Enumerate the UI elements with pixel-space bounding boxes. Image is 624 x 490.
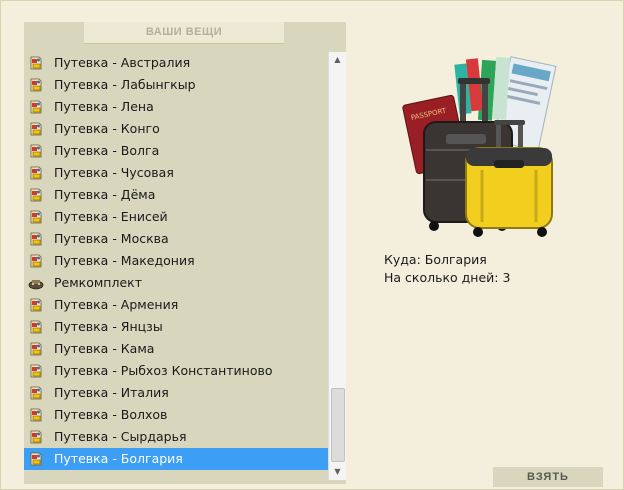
voucher-icon — [28, 231, 44, 247]
list-item-label: Путевка - Рыбхоз Константиново — [54, 363, 273, 378]
scroll-down-arrow-icon[interactable]: ▼ — [329, 464, 346, 480]
list-item-label: Путевка - Сырдарья — [54, 429, 187, 444]
voucher-icon — [28, 363, 44, 379]
list-item-label: Путевка - Армения — [54, 297, 179, 312]
list-item[interactable]: Путевка - Лабынгкыр — [24, 74, 328, 96]
take-button[interactable]: ВЗЯТЬ — [493, 467, 603, 487]
list-item-label: Путевка - Лабынгкыр — [54, 77, 196, 92]
voucher-icon — [28, 99, 44, 115]
list-item[interactable]: Путевка - Москва — [24, 228, 328, 250]
repair-kit-icon — [28, 275, 44, 291]
list-item[interactable]: Путевка - Чусовая — [24, 162, 328, 184]
voucher-icon — [28, 407, 44, 423]
list-item-label: Путевка - Москва — [54, 231, 169, 246]
list-item-label: Путевка - Македония — [54, 253, 195, 268]
list-item[interactable]: Путевка - Рыбхоз Константиново — [24, 360, 328, 382]
list-item-label: Путевка - Волга — [54, 143, 160, 158]
scroll-thumb[interactable] — [331, 388, 345, 462]
list-item[interactable]: Путевка - Италия — [24, 382, 328, 404]
inventory-list[interactable]: Путевка - Австралия Путевка - Лабынгкыр Пу… — [24, 52, 328, 480]
voucher-icon — [28, 385, 44, 401]
list-item[interactable]: Путевка - Австралия — [24, 52, 328, 74]
list-item[interactable]: Путевка - Волга — [24, 140, 328, 162]
list-item-label: Путевка - Лена — [54, 99, 154, 114]
list-item-label: Путевка - Конго — [54, 121, 160, 136]
voucher-icon — [28, 297, 44, 313]
list-item-label: Путевка - Австралия — [54, 55, 191, 70]
voucher-icon — [28, 121, 44, 137]
list-item-label: Путевка - Болгария — [54, 451, 183, 466]
list-item-label: Путевка - Кама — [54, 341, 155, 356]
list-item[interactable]: Путевка - Армения — [24, 294, 328, 316]
list-item[interactable]: Путевка - Кама — [24, 338, 328, 360]
list-item-label: Ремкомплект — [54, 275, 142, 290]
scroll-up-arrow-icon[interactable]: ▲ — [329, 52, 346, 68]
list-scrollbar[interactable]: ▲ ▼ — [328, 52, 346, 480]
list-item[interactable]: Ремкомплект — [24, 272, 328, 294]
voucher-icon — [28, 165, 44, 181]
voucher-icon — [28, 319, 44, 335]
list-item[interactable]: Путевка - Сырдарья — [24, 426, 328, 448]
list-item[interactable]: Путевка - Янцзы — [24, 316, 328, 338]
list-item[interactable]: Путевка - Енисей — [24, 206, 328, 228]
list-item-label: Путевка - Янцзы — [54, 319, 163, 334]
voucher-icon — [28, 143, 44, 159]
voucher-icon — [28, 253, 44, 269]
voucher-icon — [28, 55, 44, 71]
list-item-label: Путевка - Италия — [54, 385, 169, 400]
list-item[interactable]: Путевка - Волхов — [24, 404, 328, 426]
list-item[interactable]: Путевка - Болгария — [24, 448, 328, 470]
voucher-icon — [28, 451, 44, 467]
voucher-icon — [28, 341, 44, 357]
destination-text: Куда: Болгария — [384, 252, 487, 267]
voucher-icon — [28, 77, 44, 93]
list-item-label: Путевка - Волхов — [54, 407, 168, 422]
panel-title: ВАШИ ВЕЩИ — [84, 22, 284, 44]
luggage-passport-tickets-icon: PASSPORT — [402, 56, 557, 237]
list-item[interactable]: Путевка - Дёма — [24, 184, 328, 206]
voucher-icon — [28, 187, 44, 203]
list-item-label: Путевка - Енисей — [54, 209, 168, 224]
voucher-icon — [28, 209, 44, 225]
duration-text: На сколько дней: 3 — [384, 270, 511, 285]
list-item[interactable]: Путевка - Македония — [24, 250, 328, 272]
list-item-label: Путевка - Чусовая — [54, 165, 174, 180]
list-item[interactable]: Путевка - Лена — [24, 96, 328, 118]
list-item[interactable]: Путевка - Конго — [24, 118, 328, 140]
voucher-icon — [28, 429, 44, 445]
list-item-label: Путевка - Дёма — [54, 187, 156, 202]
